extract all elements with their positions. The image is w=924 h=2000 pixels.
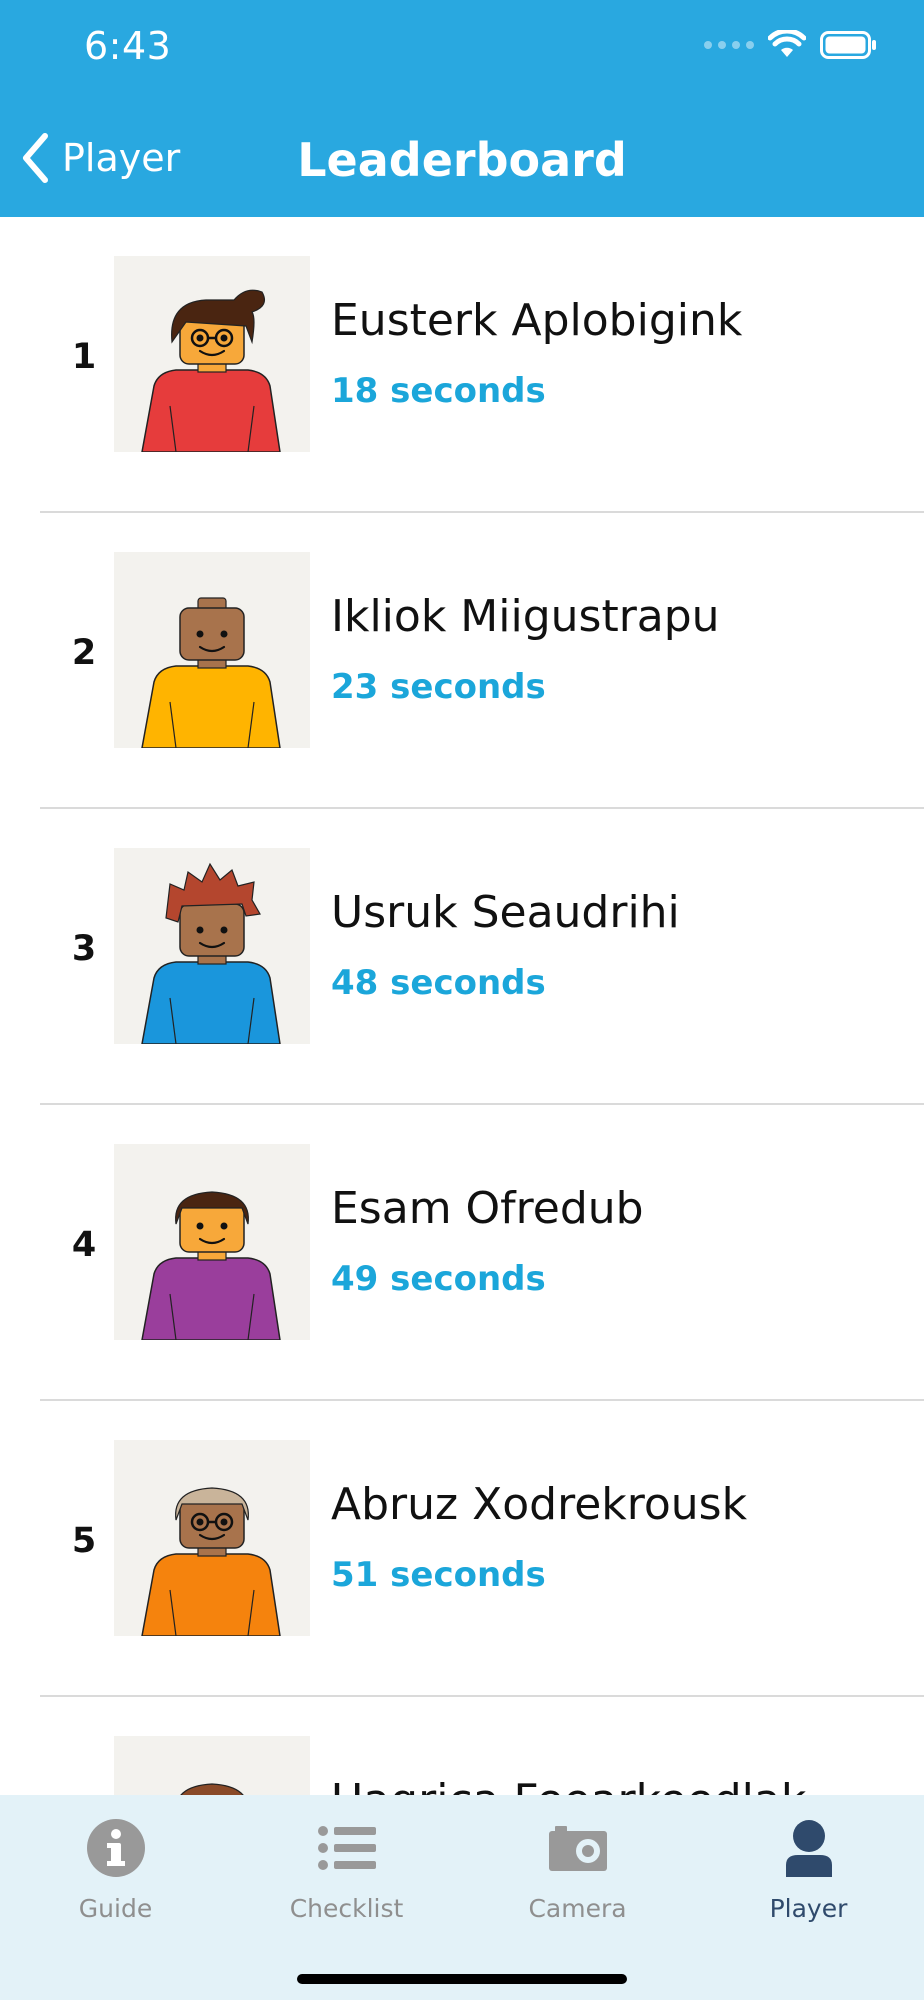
player-name: Ikliok Miigustrapu bbox=[331, 591, 720, 642]
player-time: 49 seconds bbox=[331, 1259, 546, 1299]
rank-number: 1 bbox=[71, 337, 97, 377]
player-name: Abruz Xodrekrousk bbox=[331, 1479, 748, 1530]
player-time: 23 seconds bbox=[331, 667, 546, 707]
tab-checklist[interactable]: Checklist bbox=[231, 1795, 462, 1935]
battery-icon bbox=[820, 31, 876, 59]
status-icons bbox=[704, 30, 878, 60]
signal-icon bbox=[704, 41, 754, 49]
avatar bbox=[114, 848, 310, 1044]
rank-number: 5 bbox=[71, 1521, 97, 1561]
player-name: Eusterk Aplobigink bbox=[331, 295, 743, 346]
wifi-icon bbox=[768, 30, 806, 57]
tab-bar: Guide Checklist Camera Player bbox=[0, 1795, 924, 2000]
tab-player[interactable]: Player bbox=[693, 1795, 924, 1935]
status-time: 6:43 bbox=[84, 24, 172, 68]
player-time: 48 seconds bbox=[331, 963, 546, 1003]
home-indicator bbox=[297, 1974, 627, 1984]
tab-label: Camera bbox=[528, 1894, 627, 1923]
rank-number: 3 bbox=[71, 929, 97, 969]
page-title: Leaderboard bbox=[297, 133, 627, 187]
player-time: 51 seconds bbox=[331, 1555, 546, 1595]
avatar bbox=[114, 1144, 310, 1340]
tab-guide[interactable]: Guide bbox=[0, 1795, 231, 1935]
avatar bbox=[114, 256, 310, 452]
camera-icon bbox=[548, 1826, 607, 1871]
leaderboard-list: 1 Eusterk Aplobigink 18 seconds 2 Ikliok… bbox=[0, 217, 924, 1993]
player-name: Esam Ofredub bbox=[331, 1183, 644, 1234]
rank-number: 4 bbox=[71, 1225, 97, 1265]
avatar bbox=[114, 1440, 310, 1636]
leaderboard-row[interactable]: 3 Usruk Seaudrihi 48 seconds bbox=[0, 809, 924, 1105]
rank-number: 2 bbox=[71, 633, 97, 673]
player-time: 18 seconds bbox=[331, 371, 546, 411]
leaderboard-row[interactable]: 4 Esam Ofredub 49 seconds bbox=[0, 1105, 924, 1401]
avatar bbox=[114, 552, 310, 748]
tab-label: Player bbox=[769, 1894, 848, 1923]
info-icon bbox=[86, 1819, 145, 1877]
player-name: Usruk Seaudrihi bbox=[331, 887, 680, 938]
leaderboard-row[interactable]: 2 Ikliok Miigustrapu 23 seconds bbox=[0, 513, 924, 809]
leaderboard-row[interactable]: 1 Eusterk Aplobigink 18 seconds bbox=[0, 217, 924, 513]
list-icon bbox=[317, 1826, 376, 1870]
leaderboard-row[interactable]: 5 Abruz Xodrekrousk 51 seconds bbox=[0, 1401, 924, 1697]
tab-label: Guide bbox=[78, 1894, 153, 1923]
tab-camera[interactable]: Camera bbox=[462, 1795, 693, 1935]
person-icon bbox=[785, 1820, 832, 1877]
navigation-bar: 6:43 Player Leaderboard bbox=[0, 0, 924, 217]
tab-label: Checklist bbox=[289, 1894, 404, 1923]
